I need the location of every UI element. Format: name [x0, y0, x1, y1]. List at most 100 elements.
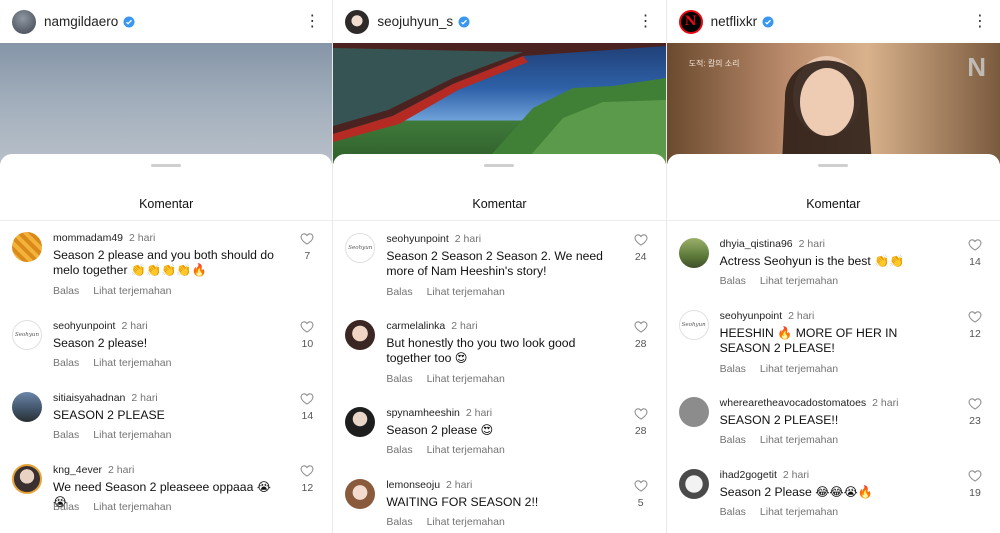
see-translation-button[interactable]: Lihat terjemahan	[760, 363, 838, 375]
comment-meta: kng_4ever 2 hari	[53, 464, 134, 476]
comment-time: 2 hari	[454, 233, 482, 245]
post-username[interactable]: seojuhyun_s	[377, 14, 453, 29]
comment-meta: seohyunpoint 2 hari	[720, 310, 815, 322]
heart-icon[interactable]	[634, 320, 648, 333]
reply-button[interactable]: Balas	[53, 429, 79, 441]
comment-avatar[interactable]	[678, 238, 709, 268]
like-count: 12	[969, 328, 981, 340]
more-options-icon[interactable]: ⋮	[638, 13, 654, 30]
comment-avatar[interactable]: Seohyun	[678, 310, 709, 340]
profile-avatar[interactable]: N	[678, 9, 703, 34]
heart-icon[interactable]	[634, 407, 648, 420]
comment-avatar[interactable]	[12, 392, 42, 422]
comment-username[interactable]: sitiaisyahadnan	[53, 392, 125, 404]
comment-avatar[interactable]	[678, 469, 709, 499]
comment-username[interactable]: spynamheeshin	[386, 407, 460, 419]
comment-username[interactable]: kng_4ever	[53, 464, 102, 476]
comment-actions: Balas Lihat terjemahan	[720, 275, 852, 287]
heart-icon[interactable]	[300, 464, 314, 477]
comment-username[interactable]: dhyia_qistina96	[720, 238, 793, 250]
sheet-drag-handle[interactable]	[484, 164, 515, 167]
comment-avatar[interactable]	[12, 464, 42, 494]
sheet-title: Komentar	[472, 197, 527, 211]
see-translation-button[interactable]: Lihat terjemahan	[427, 444, 505, 456]
comment-avatar[interactable]	[345, 479, 376, 509]
sheet-drag-handle[interactable]	[818, 164, 849, 167]
see-translation-button[interactable]: Lihat terjemahan	[93, 357, 171, 369]
reply-button[interactable]: Balas	[720, 363, 746, 375]
comment-username[interactable]: mommadam49	[53, 232, 123, 244]
reply-button[interactable]: Balas	[386, 373, 412, 385]
reply-button[interactable]: Balas	[720, 434, 746, 446]
see-translation-button[interactable]: Lihat terjemahan	[93, 501, 171, 513]
comment-actions: Balas Lihat terjemahan	[53, 285, 185, 297]
verified-badge-icon	[762, 16, 774, 27]
see-translation-button[interactable]: Lihat terjemahan	[427, 373, 505, 385]
comment-meta: dhyia_qistina96 2 hari	[720, 238, 825, 250]
heart-icon[interactable]	[634, 233, 648, 246]
more-options-icon[interactable]: ⋮	[304, 13, 320, 30]
see-translation-button[interactable]: Lihat terjemahan	[760, 434, 838, 446]
sheet-drag-handle[interactable]	[151, 164, 182, 167]
reply-button[interactable]: Balas	[53, 285, 79, 297]
heart-icon[interactable]	[968, 238, 982, 251]
comment-username[interactable]: ihad2gogetit	[720, 469, 777, 481]
comment-avatar[interactable]: Seohyun	[12, 320, 42, 350]
post-username[interactable]: netflixkr	[711, 14, 758, 29]
comment-meta: ihad2gogetit 2 hari	[720, 469, 809, 481]
comment: wherearetheavocadostomatoes 2 hari SEASON…	[667, 397, 1000, 467]
comment-avatar[interactable]: Seohyun	[345, 233, 376, 263]
like-count: 23	[969, 415, 981, 427]
reply-button[interactable]: Balas	[386, 286, 412, 298]
post-header: namgildaero ⋮	[0, 0, 333, 43]
post-username[interactable]: namgildaero	[44, 14, 118, 29]
comment: Seohyun seohyunpoint 2 hari Season 2 plea…	[0, 320, 332, 390]
heart-icon[interactable]	[300, 232, 314, 245]
comment-actions: Balas Lihat terjemahan	[53, 501, 185, 513]
comment-username[interactable]: carmelalinka	[386, 320, 445, 332]
comment-avatar[interactable]	[345, 407, 376, 437]
comment-username[interactable]: seohyunpoint	[720, 310, 782, 322]
see-translation-button[interactable]: Lihat terjemahan	[93, 285, 171, 297]
comment-actions: Balas Lihat terjemahan	[720, 506, 852, 518]
heart-icon[interactable]	[300, 392, 314, 405]
reply-button[interactable]: Balas	[386, 444, 412, 456]
heart-icon[interactable]	[968, 397, 982, 410]
reply-button[interactable]: Balas	[53, 357, 79, 369]
comment: sitiaisyahadnan 2 hari SEASON 2 PLEASE Ba…	[0, 392, 332, 462]
comment-actions: Balas Lihat terjemahan	[53, 357, 185, 369]
comment: carmelalinka 2 hari But honestly tho you …	[333, 320, 665, 390]
comment-avatar[interactable]	[345, 320, 376, 350]
comment-username[interactable]: seohyunpoint	[386, 233, 448, 245]
profile-avatar[interactable]	[345, 9, 370, 34]
heart-icon[interactable]	[968, 310, 982, 323]
verified-badge-icon	[123, 16, 135, 27]
more-options-icon[interactable]: ⋮	[972, 13, 988, 30]
comment-meta: seohyunpoint 2 hari	[53, 320, 148, 332]
reply-button[interactable]: Balas	[386, 516, 412, 528]
comment-avatar[interactable]	[12, 232, 42, 262]
see-translation-button[interactable]: Lihat terjemahan	[760, 506, 838, 518]
see-translation-button[interactable]: Lihat terjemahan	[760, 275, 838, 287]
comment-time: 2 hari	[465, 407, 493, 419]
see-translation-button[interactable]: Lihat terjemahan	[427, 516, 505, 528]
heart-icon[interactable]	[300, 320, 314, 333]
profile-avatar[interactable]	[12, 9, 36, 34]
comment: Seohyun seohyunpoint 2 hari Season 2 Seas…	[333, 233, 665, 303]
reply-button[interactable]: Balas	[720, 275, 746, 287]
comment: spynamheeshin 2 hari Season 2 please 😍 Ba…	[333, 407, 665, 477]
reply-button[interactable]: Balas	[720, 506, 746, 518]
heart-icon[interactable]	[968, 469, 982, 482]
see-translation-button[interactable]: Lihat terjemahan	[427, 286, 505, 298]
sheet-title: Komentar	[139, 197, 194, 211]
see-translation-button[interactable]: Lihat terjemahan	[93, 429, 171, 441]
comment-username[interactable]: lemonseoju	[386, 479, 440, 491]
comment-username[interactable]: seohyunpoint	[53, 320, 115, 332]
heart-icon[interactable]	[634, 479, 648, 492]
comment-avatar[interactable]	[678, 397, 709, 427]
comment-username[interactable]: wherearetheavocadostomatoes	[720, 397, 867, 409]
post-media: 도적: 칼의 소리 N	[666, 38, 1000, 164]
comment-time: 2 hari	[446, 479, 473, 491]
comment-time: 2 hari	[782, 469, 810, 481]
reply-button[interactable]: Balas	[53, 501, 79, 513]
